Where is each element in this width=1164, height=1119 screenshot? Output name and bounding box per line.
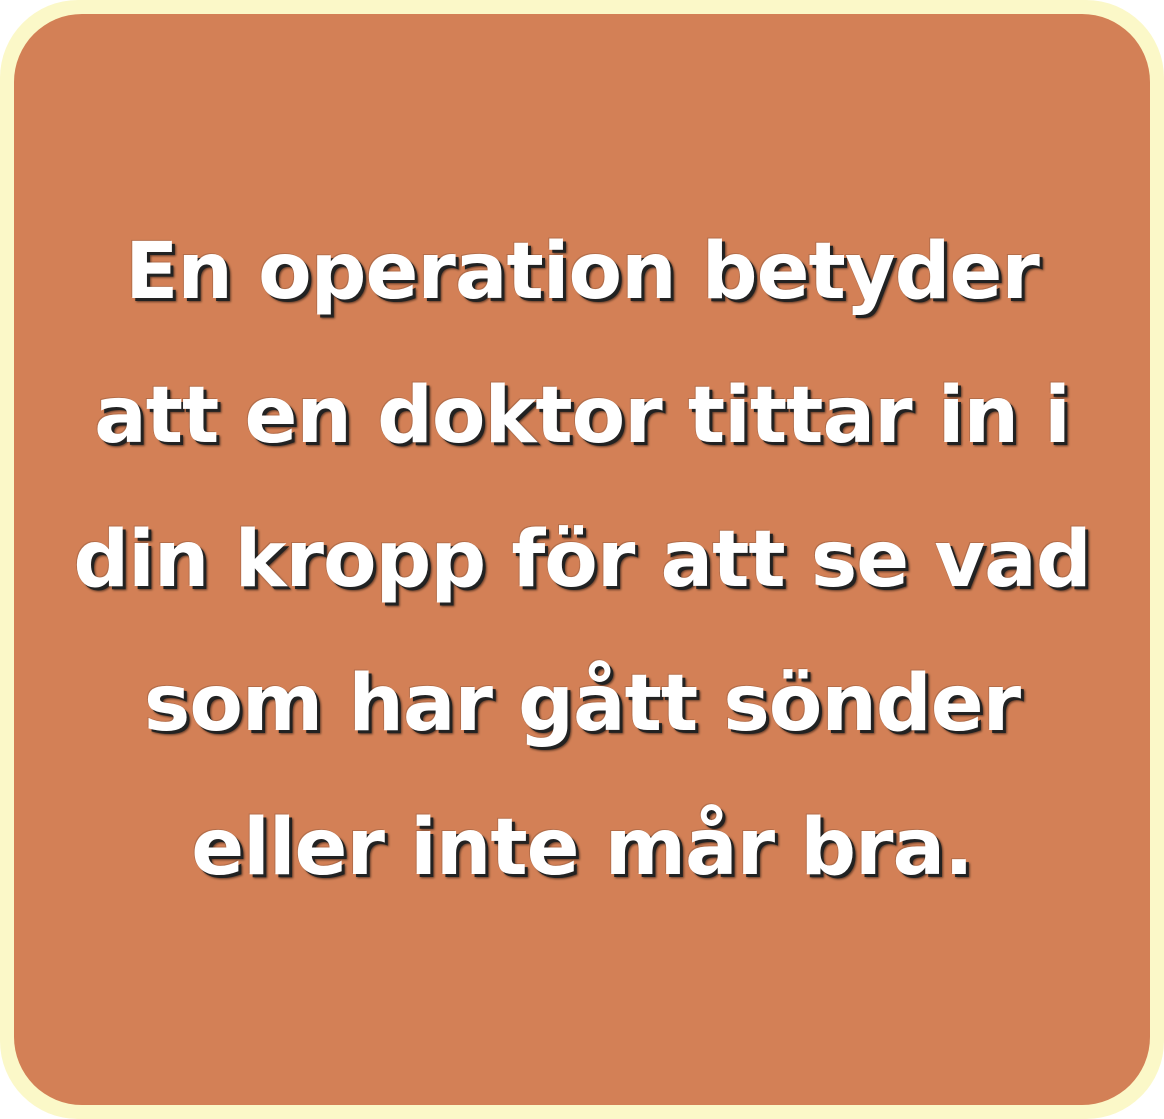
message-line-2: att en doktor tittar in i	[94, 370, 1071, 461]
message-line-4: som har gått sönder	[143, 658, 1021, 749]
card-frame: En operation betyder att en doktor titta…	[0, 0, 1164, 1119]
message-text: En operation betyder att en doktor titta…	[32, 200, 1132, 920]
message-line-3: din kropp för att se vad	[73, 514, 1091, 605]
message-line-5: eller inte mår bra.	[191, 802, 974, 893]
message-card: En operation betyder att en doktor titta…	[14, 14, 1150, 1105]
message-line-1: En operation betyder	[125, 226, 1040, 317]
